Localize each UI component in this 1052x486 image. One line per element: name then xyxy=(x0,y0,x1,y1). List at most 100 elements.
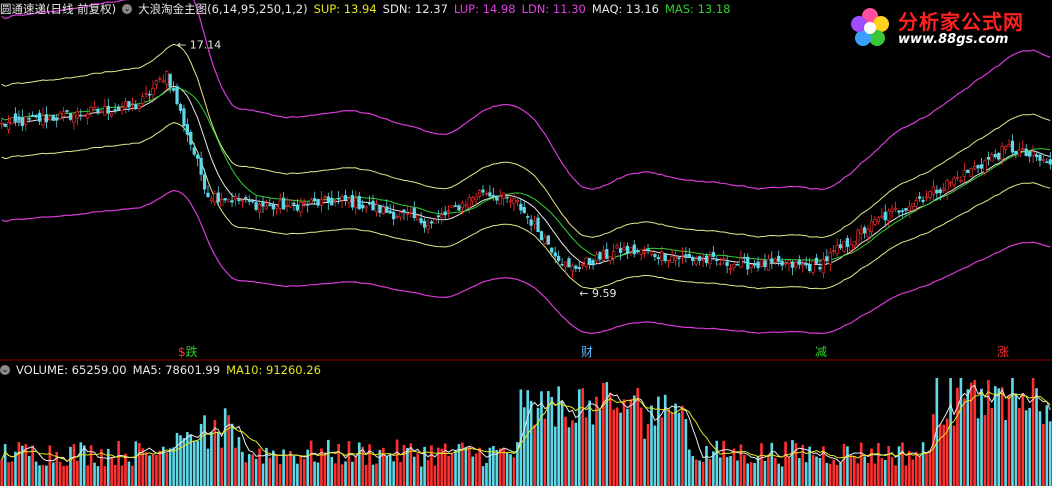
volume-bar xyxy=(949,378,952,486)
candle-body xyxy=(959,180,963,182)
volume-bar xyxy=(670,412,674,486)
candle-body xyxy=(354,197,358,208)
candle-body xyxy=(0,122,4,125)
volume-bar xyxy=(536,407,540,486)
candle-body xyxy=(1024,148,1028,157)
volume-bar xyxy=(797,458,801,486)
candle-body xyxy=(656,257,660,260)
volume-bar xyxy=(993,386,997,486)
marker-label: 减 xyxy=(815,345,828,359)
candle-body xyxy=(691,257,695,261)
volume-bar xyxy=(564,416,567,486)
candle-body xyxy=(333,200,337,202)
volume-bar xyxy=(818,457,822,486)
kline-chart[interactable]: ← 17.14 ← 9.59 xyxy=(0,0,1052,486)
candle-body xyxy=(536,217,540,233)
candle-body xyxy=(467,197,471,208)
volume-bar xyxy=(911,459,915,486)
candle-body xyxy=(261,201,265,207)
volume-bar xyxy=(1045,405,1049,486)
volume-bar xyxy=(753,463,756,486)
volume-bar xyxy=(588,400,591,486)
volume-bar xyxy=(234,447,237,486)
volume-bar xyxy=(732,448,736,486)
candle-body xyxy=(986,156,991,160)
marker-label: 涨 xyxy=(997,345,1010,359)
volume-bar xyxy=(316,462,320,486)
candle-body xyxy=(275,206,279,209)
volume-bar xyxy=(1031,378,1035,486)
volume-bar xyxy=(1014,393,1018,486)
volume-bar xyxy=(137,443,141,486)
volume-bar xyxy=(175,433,179,486)
candle-body xyxy=(409,211,413,214)
candle-body xyxy=(646,248,650,252)
volume-bar xyxy=(10,461,14,486)
candle-body xyxy=(367,202,372,205)
volume-bar xyxy=(749,462,753,486)
volume-bar xyxy=(784,441,787,486)
volume-bar xyxy=(639,407,643,486)
volume-bar xyxy=(667,408,670,486)
candle-body xyxy=(770,258,774,263)
candle-body xyxy=(866,229,870,237)
candle-body xyxy=(65,110,69,112)
volume-bar xyxy=(58,461,62,486)
candle-body xyxy=(237,199,241,202)
volume-bar xyxy=(467,446,471,486)
volume-bar xyxy=(533,424,536,486)
dropdown-circle-icon[interactable]: ⌄ xyxy=(0,365,10,375)
volume-bar xyxy=(540,391,543,486)
volume-bar xyxy=(512,457,516,486)
candle-body xyxy=(667,259,671,262)
volume-bar xyxy=(488,447,492,486)
candle-body xyxy=(653,253,657,258)
candle-body xyxy=(636,250,640,252)
annotations: ← 17.14 ← 9.59 xyxy=(177,39,616,300)
volume-bar xyxy=(643,438,646,486)
candle-body xyxy=(471,197,475,202)
candle-body xyxy=(58,112,62,120)
volume-bar xyxy=(34,461,38,486)
candle-body xyxy=(257,203,262,213)
candle-body xyxy=(309,199,313,204)
volume-bar xyxy=(296,463,299,486)
candle-body xyxy=(34,114,38,118)
candle-body xyxy=(605,249,609,259)
candle-body xyxy=(251,200,255,203)
volume-bar xyxy=(729,455,732,486)
volume-bar xyxy=(337,444,340,486)
volume-bar xyxy=(144,452,148,486)
candle-body xyxy=(845,238,850,247)
candle-body xyxy=(361,204,365,209)
volume-bar xyxy=(0,459,4,486)
candle-body xyxy=(202,174,207,190)
candle-body xyxy=(189,131,193,145)
candle-body xyxy=(299,202,303,213)
candle-body xyxy=(429,221,434,224)
candle-body xyxy=(825,256,829,262)
volume-bar xyxy=(69,446,72,486)
volume-bar xyxy=(327,439,330,486)
candle-body xyxy=(694,259,698,265)
volume-bar xyxy=(997,388,1001,486)
sup-value: SUP: 13.94 xyxy=(313,2,377,16)
candle-body xyxy=(632,244,636,255)
candle-body xyxy=(612,251,616,259)
dropdown-circle-icon[interactable]: ⌄ xyxy=(122,4,133,14)
candle-body xyxy=(223,198,227,201)
candle-body xyxy=(622,247,626,251)
candle-body xyxy=(948,181,953,184)
dollar-icon: $ xyxy=(178,345,186,359)
volume-bar xyxy=(457,444,461,486)
candle-body xyxy=(935,189,939,194)
candle-body xyxy=(924,196,929,199)
volume-bar xyxy=(859,442,863,486)
volume-bar xyxy=(100,449,103,486)
candle-body xyxy=(1041,159,1046,161)
volume-bar xyxy=(553,426,557,486)
candle-body xyxy=(838,244,843,249)
volume-bar xyxy=(241,451,244,486)
volume-bar xyxy=(79,442,83,486)
candle-body xyxy=(316,198,320,206)
